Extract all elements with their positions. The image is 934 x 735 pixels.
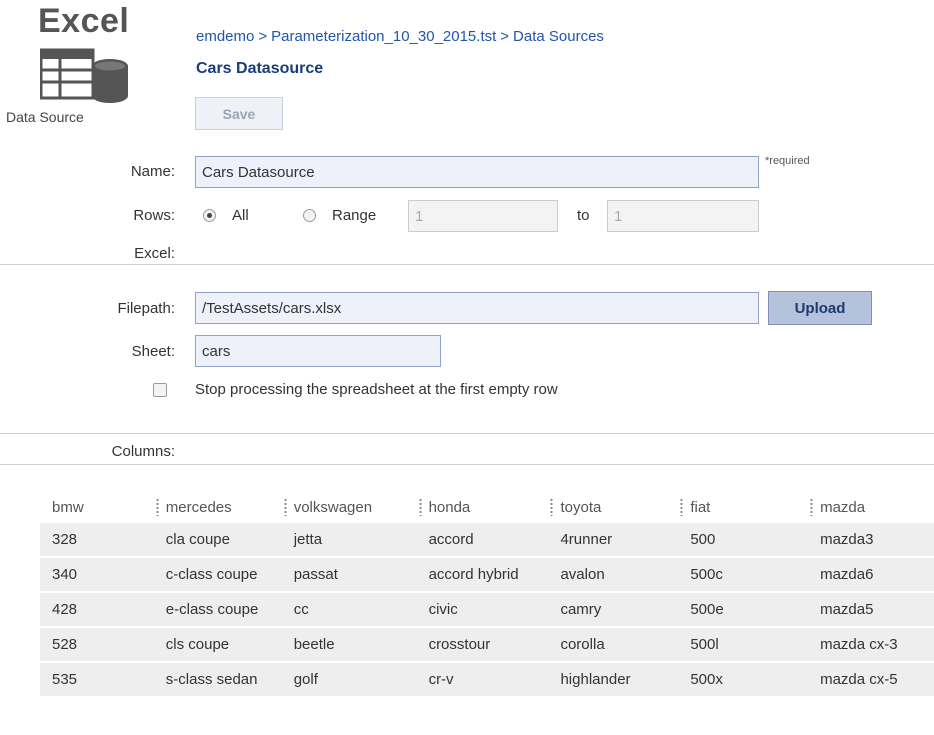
table-cell: cla coupe: [153, 523, 282, 558]
column-header[interactable]: fiat: [678, 491, 808, 523]
excel-label: Excel:: [134, 245, 175, 262]
table-cell: e-class coupe: [153, 592, 282, 628]
column-header-label: volkswagen: [293, 498, 373, 516]
sheet-input[interactable]: cars: [195, 335, 441, 367]
resize-grip-icon[interactable]: [283, 498, 287, 516]
column-header[interactable]: toyota: [548, 491, 678, 523]
table-cell: civic: [416, 592, 549, 628]
column-header[interactable]: volkswagen: [282, 491, 417, 523]
range-to-input[interactable]: 1: [607, 200, 759, 232]
table-cell: jetta: [281, 523, 417, 558]
table-cell: accord hybrid: [416, 557, 549, 593]
columns-table: bmw mercedes volkswagen honda toyota fia…: [40, 491, 934, 698]
rows-range-radio[interactable]: [303, 209, 316, 222]
column-header-label: mazda: [820, 498, 866, 516]
breadcrumb-item-data-sources[interactable]: Data Sources: [513, 28, 604, 45]
table-cell: mazda cx-3: [808, 627, 934, 663]
table-row[interactable]: 340 c-class coupe passat accord hybrid a…: [40, 557, 934, 593]
rows-label: Rows:: [133, 207, 175, 224]
range-from-input[interactable]: 1: [408, 200, 558, 232]
table-row[interactable]: 328 cla coupe jetta accord 4runner 500 m…: [40, 523, 934, 558]
table-cell: 500l: [678, 627, 809, 663]
table-cell: 500: [678, 523, 809, 558]
table-cell: 528: [40, 627, 154, 663]
table-cell: camry: [548, 592, 679, 628]
save-button[interactable]: Save: [195, 97, 283, 130]
table-cell: s-class sedan: [153, 662, 282, 698]
name-input[interactable]: Cars Datasource: [195, 156, 759, 188]
breadcrumb-item-project[interactable]: emdemo: [196, 28, 254, 45]
table-cell: 340: [40, 557, 154, 593]
filepath-label: Filepath:: [117, 300, 175, 317]
table-cell: mazda cx-5: [808, 662, 934, 698]
sheet-label: Sheet:: [131, 343, 175, 360]
table-row[interactable]: 528 cls coupe beetle crosstour corolla 5…: [40, 627, 934, 663]
table-cell: 500c: [678, 557, 809, 593]
columns-table-container[interactable]: bmw mercedes volkswagen honda toyota fia…: [0, 464, 934, 735]
table-cell: 500e: [678, 592, 809, 628]
stop-empty-row-checkbox[interactable]: [153, 383, 167, 397]
table-row[interactable]: 428 e-class coupe cc civic camry 500e ma…: [40, 592, 934, 628]
page-title: Cars Datasource: [196, 60, 324, 77]
resize-grip-icon[interactable]: [810, 498, 814, 516]
column-header[interactable]: mercedes: [154, 491, 282, 523]
rows-range-label: Range: [332, 207, 377, 224]
column-header[interactable]: bmw: [40, 491, 154, 523]
rows-all-label: All: [232, 207, 249, 224]
resize-grip-icon[interactable]: [680, 498, 684, 516]
resize-grip-icon[interactable]: [418, 498, 422, 516]
table-cell: highlander: [548, 662, 679, 698]
table-cell: cc: [281, 592, 417, 628]
column-header-label: honda: [428, 498, 471, 516]
table-row[interactable]: 535 s-class sedan golf cr-v highlander 5…: [40, 662, 934, 698]
name-label: Name:: [130, 163, 175, 180]
breadcrumb-separator: >: [258, 28, 268, 45]
table-cell: crosstour: [416, 627, 549, 663]
column-header-label: fiat: [690, 498, 711, 516]
table-cell: c-class coupe: [153, 557, 282, 593]
table-cell: cls coupe: [153, 627, 282, 663]
table-cell: cr-v: [416, 662, 549, 698]
table-cell: 500x: [678, 662, 809, 698]
breadcrumb-separator: >: [500, 28, 510, 45]
table-cell: 328: [40, 523, 154, 558]
table-cell: golf: [281, 662, 417, 698]
table-cell: 535: [40, 662, 154, 698]
logo-caption: Data Source: [6, 109, 84, 125]
table-cell: passat: [281, 557, 417, 593]
breadcrumb: emdemo > Parameterization_10_30_2015.tst > D…: [196, 28, 604, 45]
table-cell: 428: [40, 592, 154, 628]
column-header[interactable]: mazda: [808, 491, 934, 523]
range-to-label: to: [577, 207, 590, 224]
table-cell: 4runner: [548, 523, 679, 558]
table-cell: beetle: [281, 627, 417, 663]
column-header-label: mercedes: [165, 498, 232, 516]
required-note: *required: [765, 155, 810, 167]
table-cell: mazda6: [808, 557, 934, 593]
column-header-label: toyota: [560, 498, 602, 516]
table-cell: corolla: [548, 627, 679, 663]
table-cell: mazda3: [808, 523, 934, 558]
table-cell: avalon: [548, 557, 679, 593]
table-cell: mazda5: [808, 592, 934, 628]
filepath-input[interactable]: /TestAssets/cars.xlsx: [195, 292, 759, 324]
table-cell: accord: [416, 523, 549, 558]
resize-grip-icon[interactable]: [550, 498, 554, 516]
upload-button[interactable]: Upload: [768, 291, 872, 325]
excel-datasource-icon: [39, 48, 144, 106]
resize-grip-icon[interactable]: [155, 498, 159, 516]
columns-label: Columns:: [111, 443, 175, 460]
breadcrumb-item-test-file[interactable]: Parameterization_10_30_2015.tst: [271, 28, 496, 45]
rows-all-radio[interactable]: [203, 209, 216, 222]
stop-empty-row-label: Stop processing the spreadsheet at the f…: [195, 381, 558, 398]
column-header-label: bmw: [52, 498, 84, 516]
logo-title: Excel: [38, 2, 130, 40]
column-header[interactable]: honda: [417, 491, 549, 523]
